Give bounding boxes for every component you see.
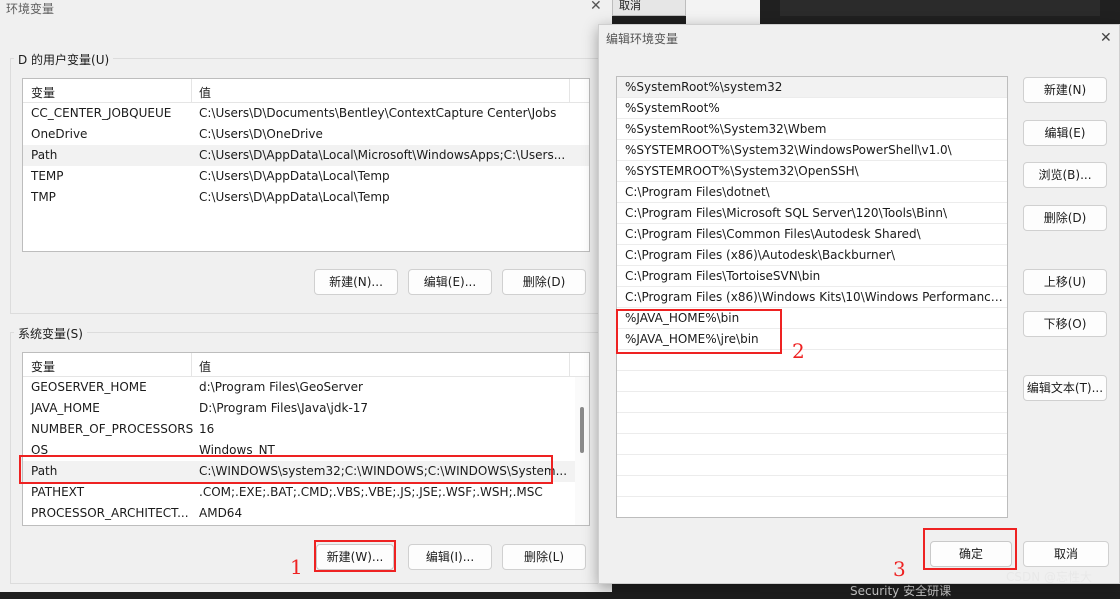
empty-path-row[interactable] — [617, 497, 1007, 517]
dialog-title: 编辑环境变量 — [606, 32, 679, 46]
empty-path-row[interactable] — [617, 476, 1007, 497]
variable-value: d:\Program Files\GeoServer — [199, 380, 363, 394]
path-entry[interactable]: C:\Program Files\TortoiseSVN\bin — [617, 266, 1007, 287]
background-taskbar-text: Security 安全研课 — [850, 584, 952, 598]
user-edit-button[interactable]: 编辑(E)... — [408, 269, 492, 295]
variable-name: OneDrive — [31, 127, 88, 141]
annotation-number-1: 1 — [290, 555, 303, 579]
variable-name: Path — [31, 148, 58, 162]
column-header-name[interactable]: 变量 — [31, 358, 55, 375]
path-delete-button[interactable]: 删除(D) — [1023, 205, 1107, 231]
table-row[interactable]: JAVA_HOME D:\Program Files\Java\jdk-17 — [23, 398, 589, 419]
table-row[interactable]: NUMBER_OF_PROCESSORS 16 — [23, 419, 589, 440]
path-entry[interactable]: %SYSTEMROOT%\System32\OpenSSH\ — [617, 161, 1007, 182]
path-entry[interactable]: %SystemRoot%\system32 — [617, 77, 1007, 98]
annotation-box-java-paths — [616, 309, 782, 354]
background-cancel-button[interactable]: 取消 — [612, 0, 686, 16]
path-entries-list[interactable]: %SystemRoot%\system32 %SystemRoot% %System… — [616, 76, 1008, 518]
table-row[interactable]: TMP C:\Users\D\AppData\Local\Temp — [23, 187, 589, 208]
cancel-button[interactable]: 取消 — [1023, 541, 1109, 567]
variable-value: C:\Users\D\OneDrive — [199, 127, 323, 141]
variable-value: C:\Users\D\AppData\Local\Temp — [199, 169, 390, 183]
variable-value: C:\Users\D\AppData\Local\Microsoft\Windo… — [199, 148, 566, 162]
variable-name: TMP — [31, 190, 56, 204]
path-entry[interactable]: %SystemRoot%\System32\Wbem — [617, 119, 1007, 140]
list-header: 变量 值 — [23, 79, 589, 103]
path-edit-text-button[interactable]: 编辑文本(T)... — [1023, 375, 1107, 401]
table-row[interactable]: PATHEXT .COM;.EXE;.BAT;.CMD;.VBS;.VBE;.JS… — [23, 482, 589, 503]
path-browse-button[interactable]: 浏览(B)... — [1023, 162, 1107, 188]
path-entry[interactable]: C:\Program Files\Microsoft SQL Server\12… — [617, 203, 1007, 224]
path-entry[interactable]: C:\Program Files\dotnet\ — [617, 182, 1007, 203]
list-header: 变量 值 — [23, 353, 589, 377]
variable-name: PATHEXT — [31, 485, 85, 499]
annotation-number-2: 2 — [792, 339, 805, 363]
empty-path-row[interactable] — [617, 371, 1007, 392]
path-entry[interactable]: C:\Program Files (x86)\Windows Kits\10\W… — [617, 287, 1007, 308]
system-variables-label: 系统变量(S) — [14, 325, 87, 342]
annotation-box-new-button — [314, 540, 396, 572]
close-icon[interactable]: ✕ — [590, 0, 602, 14]
annotation-number-3: 3 — [893, 557, 906, 581]
user-variables-label: D 的用户变量(U) — [14, 51, 114, 68]
table-row[interactable]: Path C:\Users\D\AppData\Local\Microsoft\W… — [23, 145, 589, 166]
vertical-scrollbar[interactable] — [575, 377, 589, 525]
empty-path-row[interactable] — [617, 455, 1007, 476]
path-entry[interactable]: C:\Program Files\Common Files\Autodesk S… — [617, 224, 1007, 245]
empty-path-row[interactable] — [617, 434, 1007, 455]
variable-name: GEOSERVER_HOME — [31, 380, 147, 394]
variable-value: C:\Users\D\AppData\Local\Temp — [199, 190, 390, 204]
system-edit-button[interactable]: 编辑(I)... — [408, 544, 492, 570]
empty-path-row[interactable] — [617, 413, 1007, 434]
variable-name: PROCESSOR_ARCHITECT... — [31, 506, 189, 520]
path-entry[interactable]: C:\Program Files (x86)\Autodesk\Backburn… — [617, 245, 1007, 266]
column-header-value[interactable]: 值 — [199, 358, 211, 375]
path-new-button[interactable]: 新建(N) — [1023, 77, 1107, 103]
table-row[interactable]: TEMP C:\Users\D\AppData\Local\Temp — [23, 166, 589, 187]
variable-name: NUMBER_OF_PROCESSORS — [31, 422, 194, 436]
variable-value: D:\Program Files\Java\jdk-17 — [199, 401, 369, 415]
system-delete-button[interactable]: 删除(L) — [502, 544, 586, 570]
close-icon[interactable]: ✕ — [1100, 30, 1112, 46]
background-window-band — [780, 0, 1100, 16]
table-row[interactable]: OneDrive C:\Users\D\OneDrive — [23, 124, 589, 145]
variable-value: AMD64 — [199, 506, 243, 520]
table-row[interactable]: GEOSERVER_HOME d:\Program Files\GeoServer — [23, 377, 589, 398]
table-row[interactable]: PROCESSOR_ARCHITECT... AMD64 — [23, 503, 589, 524]
path-move-up-button[interactable]: 上移(U) — [1023, 269, 1107, 295]
variable-value: .COM;.EXE;.BAT;.CMD;.VBS;.VBE;.JS;.JSE;.… — [199, 485, 543, 499]
user-delete-button[interactable]: 删除(D) — [502, 269, 586, 295]
path-move-down-button[interactable]: 下移(O) — [1023, 311, 1107, 337]
dialog-title: 环境变量 — [6, 2, 55, 16]
annotation-box-path-row — [19, 455, 553, 484]
scrollbar-thumb[interactable] — [580, 407, 584, 453]
user-new-button[interactable]: 新建(N)... — [314, 269, 398, 295]
annotation-box-ok-button — [923, 528, 1017, 570]
empty-path-row[interactable] — [617, 392, 1007, 413]
path-edit-button[interactable]: 编辑(E) — [1023, 120, 1107, 146]
column-header-name[interactable]: 变量 — [31, 84, 55, 101]
column-header-value[interactable]: 值 — [199, 84, 211, 101]
environment-variables-dialog: 环境变量 ✕ D 的用户变量(U) 变量 值 CC_CENTER_JOBQUEU… — [0, 0, 612, 592]
variable-name: TEMP — [31, 169, 64, 183]
variable-value: C:\Users\D\Documents\Bentley\ContextCapt… — [199, 106, 557, 120]
user-variables-list[interactable]: 变量 值 CC_CENTER_JOBQUEUE C:\Users\D\Docume… — [22, 78, 590, 252]
system-variables-list[interactable]: 变量 值 GEOSERVER_HOME d:\Program Files\GeoS… — [22, 352, 590, 526]
variable-value: 16 — [199, 422, 215, 436]
path-entry[interactable]: %SystemRoot% — [617, 98, 1007, 119]
watermark: CSDN @忘性大 — [1006, 570, 1093, 584]
table-row[interactable]: CC_CENTER_JOBQUEUE C:\Users\D\Documents\B… — [23, 103, 589, 124]
variable-name: CC_CENTER_JOBQUEUE — [31, 106, 172, 120]
variable-name: JAVA_HOME — [31, 401, 100, 415]
path-entry[interactable]: %SYSTEMROOT%\System32\WindowsPowerShell\… — [617, 140, 1007, 161]
